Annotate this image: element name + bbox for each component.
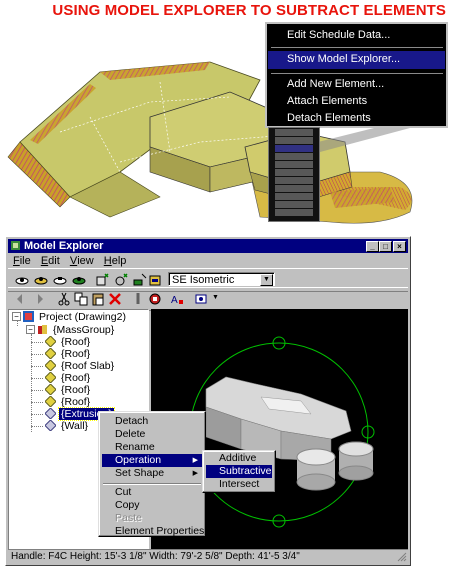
close-icon[interactable]: × bbox=[393, 241, 406, 252]
menu-item-copy[interactable]: Copy bbox=[102, 499, 202, 512]
collapse-icon[interactable]: − bbox=[12, 312, 21, 321]
shade-icon[interactable] bbox=[71, 272, 87, 288]
pan-icon[interactable] bbox=[33, 272, 49, 288]
tree-node-roof[interactable]: {Roof} bbox=[45, 396, 92, 408]
element-icon bbox=[45, 420, 56, 431]
element-icon bbox=[45, 348, 56, 359]
tree-context-menu: Detach Delete Rename Operation ▶ Set Shap… bbox=[98, 411, 213, 538]
tree-node-project[interactable]: Project (Drawing2) bbox=[23, 311, 128, 323]
submenu-arrow-icon: ▶ bbox=[192, 457, 198, 464]
menu-item-set-shape[interactable]: Set Shape ▶ bbox=[102, 467, 202, 480]
zoom-icon[interactable] bbox=[52, 272, 68, 288]
clip-icon[interactable] bbox=[130, 291, 146, 307]
paste-icon[interactable] bbox=[90, 291, 106, 307]
menu-view[interactable]: View bbox=[70, 254, 94, 268]
chevron-down-icon[interactable]: ▼ bbox=[260, 274, 273, 286]
menu-file[interactable]: File bbox=[13, 254, 31, 268]
forward-icon[interactable] bbox=[30, 291, 46, 307]
delete-icon[interactable] bbox=[107, 291, 123, 307]
menu-item-intersect[interactable]: Intersect bbox=[206, 478, 272, 491]
menu-edit[interactable]: Edit bbox=[41, 254, 60, 268]
maximize-icon[interactable]: □ bbox=[379, 241, 392, 252]
tree-node-wall[interactable]: {Wall} bbox=[45, 420, 90, 432]
menu-item-attach-elements[interactable]: Attach Elements bbox=[287, 95, 367, 107]
menu-item-show-model-explorer[interactable]: Show Model Explorer... bbox=[287, 53, 400, 65]
menu-item-detach-elements[interactable]: Detach Elements bbox=[287, 112, 371, 124]
menu-item-additive[interactable]: Additive bbox=[206, 452, 272, 465]
menu-item-delete[interactable]: Delete bbox=[102, 428, 202, 441]
cut-icon[interactable] bbox=[56, 291, 72, 307]
element-icon bbox=[45, 384, 56, 395]
filter-icon[interactable] bbox=[147, 291, 163, 307]
massgroup-icon bbox=[38, 325, 47, 334]
minimize-icon[interactable]: _ bbox=[366, 241, 379, 252]
status-bar: Handle: F4C Height: 15'-3 1/8" Width: 79… bbox=[8, 549, 408, 563]
menu-help[interactable]: Help bbox=[104, 254, 127, 268]
element-icon bbox=[45, 408, 56, 419]
menu-item-detach[interactable]: Detach bbox=[102, 415, 202, 428]
resize-grip-icon[interactable] bbox=[397, 552, 407, 562]
add-icon[interactable] bbox=[132, 272, 148, 288]
chevron-down-icon[interactable]: ▼ bbox=[212, 294, 219, 301]
element-icon bbox=[45, 336, 56, 347]
props-icon[interactable] bbox=[147, 272, 163, 288]
menu-item-add-new-element[interactable]: Add New Element... bbox=[287, 78, 384, 90]
collapse-icon[interactable]: − bbox=[26, 325, 35, 334]
toolbar-edit: A ▼ bbox=[8, 287, 408, 311]
orbit-icon[interactable] bbox=[14, 272, 30, 288]
window-title: Model Explorer bbox=[24, 240, 104, 252]
menu-item-element-properties[interactable]: Element Properties... bbox=[102, 525, 213, 538]
tree-node-massgroup[interactable]: {MassGroup} bbox=[37, 324, 116, 336]
menu-item-subtractive[interactable]: Subtractive bbox=[206, 465, 272, 478]
menu-item-cut[interactable]: Cut bbox=[102, 486, 202, 499]
context-menu-thumbnail bbox=[268, 127, 320, 222]
view-preset-select[interactable]: SE Isometric ▼ bbox=[168, 272, 275, 286]
menu-item-operation[interactable]: Operation ▶ bbox=[102, 454, 202, 467]
app-icon bbox=[11, 241, 20, 250]
menu-separator bbox=[103, 483, 201, 485]
move-icon[interactable] bbox=[94, 272, 110, 288]
text-icon[interactable]: A bbox=[169, 291, 185, 307]
element-icon bbox=[45, 396, 56, 407]
rotate-icon[interactable] bbox=[113, 272, 129, 288]
tree-node-roof[interactable]: {Roof} bbox=[45, 384, 92, 396]
menu-separator bbox=[271, 47, 443, 48]
submenu-arrow-icon: ▶ bbox=[192, 470, 198, 477]
menu-item-edit-schedule-data[interactable]: Edit Schedule Data... bbox=[287, 29, 390, 41]
menu-item-paste: Paste bbox=[115, 512, 142, 524]
menu-bar: File Edit View Help bbox=[8, 254, 408, 268]
tree-node-roof[interactable]: {Roof} bbox=[45, 372, 92, 384]
tree-node-roof[interactable]: {Roof} bbox=[45, 336, 92, 348]
element-icon bbox=[45, 360, 56, 371]
tree-node-roof[interactable]: {Roof} bbox=[45, 348, 92, 360]
element-icon bbox=[45, 372, 56, 383]
copy-icon[interactable] bbox=[73, 291, 89, 307]
model-explorer-window: Model Explorer _ □ × File Edit View Help… bbox=[5, 236, 411, 566]
menu-separator bbox=[271, 73, 443, 74]
project-icon bbox=[23, 311, 34, 322]
tree-node-roof-slab[interactable]: {Roof Slab} bbox=[45, 360, 116, 372]
window-titlebar[interactable]: Model Explorer _ □ × bbox=[8, 239, 408, 253]
back-icon[interactable] bbox=[14, 291, 30, 307]
context-menu-large: Edit Schedule Data... Show Model Explore… bbox=[265, 22, 448, 128]
menu-item-rename[interactable]: Rename bbox=[102, 441, 202, 454]
view-icon[interactable] bbox=[194, 291, 210, 307]
svg-text:A: A bbox=[171, 295, 178, 306]
operation-submenu: Additive Subtractive Intersect bbox=[202, 450, 276, 493]
page-heading: USING MODEL EXPLORER TO SUBTRACT ELEMENT… bbox=[52, 2, 446, 19]
